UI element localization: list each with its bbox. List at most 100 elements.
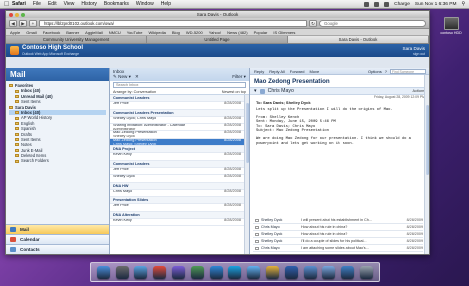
message-item[interactable]: Shelley Dyck 8/28/2008 <box>110 174 244 183</box>
reading-scrollbar[interactable] <box>424 75 429 254</box>
bookmark-banner[interactable]: Banner <box>66 30 79 35</box>
google-search-field[interactable]: Google <box>319 19 426 27</box>
sender-name[interactable]: Chris Mayo <box>268 88 294 94</box>
back-button[interactable]: ◀ <box>9 19 17 27</box>
spotlight-icon[interactable]: ⚲ <box>461 2 465 7</box>
bookmark-news[interactable]: News (482) <box>227 30 247 35</box>
bookmark-wikipedia[interactable]: Wikipedia <box>148 30 165 35</box>
expand-icon[interactable] <box>255 225 259 229</box>
message-item[interactable]: Chris Mayo 8/28/2008 <box>110 189 244 198</box>
forward-button[interactable]: ▶ <box>19 19 27 27</box>
nav-mail-button[interactable]: Mail <box>6 224 109 234</box>
message-item[interactable]: Kevin Kelly 8/28/2008 <box>110 153 244 161</box>
folder2-icon[interactable] <box>322 265 336 279</box>
nav-calendar-button[interactable]: Calendar <box>6 234 109 244</box>
tab-untitled[interactable]: Untitled Page <box>147 36 288 43</box>
status-user[interactable]: Charge <box>394 2 410 7</box>
dashboard-icon[interactable] <box>115 265 129 279</box>
message-list-scrollbar[interactable] <box>244 95 249 254</box>
user-name[interactable]: Sara Davis <box>403 46 425 51</box>
skype-icon[interactable] <box>228 265 242 279</box>
expand-icon[interactable] <box>255 218 259 222</box>
collapse-icon[interactable]: ▾ <box>254 88 257 94</box>
bookmark-youtube[interactable]: YouTube <box>127 30 143 35</box>
expand-icon[interactable] <box>255 232 259 236</box>
tab-outlook[interactable]: Sara Davis - Outlook <box>288 36 429 43</box>
trash-icon[interactable] <box>360 265 374 279</box>
battery-icon[interactable] <box>384 1 390 7</box>
filter-button[interactable]: Filter ▾ <box>232 74 246 80</box>
bookmark-popular[interactable]: Popular <box>254 30 268 35</box>
arrange-by-dropdown[interactable]: Arrange by: Conversation <box>113 89 156 94</box>
help-icon[interactable]: ? <box>385 69 387 74</box>
message-item[interactable]: Jeff Price 8/28/2008 <box>110 204 244 212</box>
apple-icon[interactable]:  <box>4 0 12 9</box>
itunes-icon[interactable] <box>134 265 148 279</box>
bookmark-nmcu[interactable]: NMCU <box>109 30 121 35</box>
reply-button[interactable]: Reply <box>254 69 264 74</box>
menu-file[interactable]: File <box>33 0 41 9</box>
bookmark-glimmers[interactable]: IS Glimmers <box>273 30 295 35</box>
add-bookmark-button[interactable]: + <box>29 19 37 27</box>
message-item[interactable]: Mao Zedong Presentation 8/28/2008 Chris Ma… <box>110 138 244 147</box>
sort-order-dropdown[interactable]: Newest on top <box>222 89 246 94</box>
bookmark-wd[interactable]: WD-5200 <box>186 30 203 35</box>
thread-row[interactable]: Chris MayoI am done with my assigned sli… <box>253 252 423 255</box>
finder-icon[interactable] <box>96 265 110 279</box>
bookmark-yahoo[interactable]: Yahoo! <box>209 30 221 35</box>
scroll-thumb[interactable] <box>245 103 249 163</box>
reload-button[interactable]: ↻ <box>309 19 317 27</box>
menu-window[interactable]: Window <box>136 0 154 9</box>
sign-out-link[interactable]: sign out <box>413 52 425 56</box>
menu-history[interactable]: History <box>81 0 97 9</box>
thread-row[interactable]: Shelley Dyck I will present abut his esta… <box>253 217 423 225</box>
find-someone-input[interactable]: Find Someone <box>390 69 426 74</box>
tab-university[interactable]: Community University Management <box>6 36 147 43</box>
nav-contacts-button[interactable]: Contacts <box>6 244 109 254</box>
wifi-icon[interactable] <box>364 1 370 7</box>
menu-view[interactable]: View <box>64 0 75 9</box>
thread-row[interactable]: Shelley Dyck How about his rule in china?… <box>253 231 423 239</box>
clock[interactable]: Sun Nov 1 6:36 PM <box>415 2 457 7</box>
desktop-drive[interactable]: contoso HDD <box>436 17 466 45</box>
delete-icon[interactable]: ✕ <box>135 74 139 80</box>
folder-item[interactable]: Search Folders <box>9 158 106 163</box>
chrome-icon[interactable] <box>266 265 280 279</box>
options-menu[interactable]: Options <box>368 69 382 74</box>
expand-icon[interactable] <box>255 239 259 243</box>
new-message-button[interactable]: ✎ New ▾ <box>113 74 131 80</box>
volume-icon[interactable] <box>374 1 380 7</box>
thread-row[interactable]: Chris Mayo I am attaching some slides abo… <box>253 245 423 253</box>
inbox-search-input[interactable]: Search Inbox <box>113 82 246 88</box>
bookmark-gmail[interactable]: Gmail <box>26 30 36 35</box>
window-titlebar[interactable]: Sara Davis - Outlook <box>6 11 429 18</box>
scroll-thumb[interactable] <box>425 105 429 175</box>
forward-button[interactable]: Forward <box>290 69 305 74</box>
menu-app[interactable]: Safari <box>12 0 26 9</box>
iphoto-icon[interactable] <box>190 265 204 279</box>
itunes2-icon[interactable] <box>172 265 186 279</box>
bookmark-aggiemail[interactable]: AggieMail <box>85 30 103 35</box>
ical-icon[interactable] <box>153 265 167 279</box>
folder-icon[interactable] <box>303 265 317 279</box>
bookmark-facebook[interactable]: Facebook <box>43 30 61 35</box>
reply-all-button[interactable]: Reply All <box>269 69 285 74</box>
message-item[interactable]: Jeff Price 8/28/2008 <box>110 101 244 110</box>
expand-icon[interactable] <box>255 246 259 250</box>
safari-icon[interactable] <box>209 265 223 279</box>
word-icon[interactable] <box>284 265 298 279</box>
thread-row[interactable]: Shelley Dyck I'll do a couple of slides f… <box>253 238 423 246</box>
address-bar[interactable]: https://lbl2prd0102.outlook.com/owa/ <box>39 19 307 27</box>
menu-help[interactable]: Help <box>161 0 171 9</box>
menu-bookmarks[interactable]: Bookmarks <box>104 0 129 9</box>
bookmark-blog[interactable]: Blog <box>172 30 180 35</box>
message-item[interactable]: Kevin Kelly 8/28/2008 <box>110 218 244 227</box>
bookmark-apple[interactable]: Apple <box>10 30 20 35</box>
messages-icon[interactable] <box>247 265 261 279</box>
conversation-header[interactable]: ▾ Chris Mayo Actions <box>250 87 429 95</box>
downloads-icon[interactable] <box>341 265 355 279</box>
thread-row[interactable]: Chris Mayo How about his rule in china? 8/… <box>253 224 423 232</box>
move-button[interactable]: Move <box>309 69 319 74</box>
menu-edit[interactable]: Edit <box>48 0 57 9</box>
message-date: 8/28/2008 <box>224 174 241 179</box>
